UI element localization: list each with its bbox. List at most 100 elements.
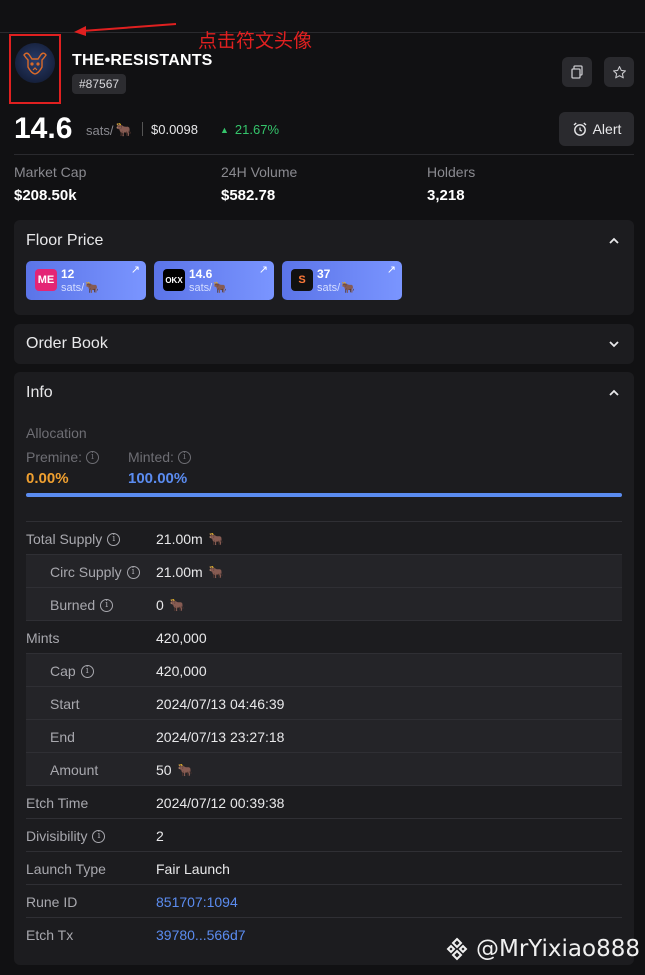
price-value: 14.6 — [14, 112, 73, 145]
info-row-value-text[interactable]: 851707:1094 — [156, 894, 238, 910]
price-unit: sats/ 🐂 — [86, 122, 132, 138]
annotation-highlight-box — [9, 34, 61, 104]
divider — [14, 154, 634, 155]
info-row-value: 420,000 — [156, 663, 207, 679]
price-change: ▲ 21.67% — [220, 122, 279, 137]
okx-logo-icon: OKX — [163, 269, 185, 291]
market-floor-unit: sats/🐂 — [61, 281, 99, 295]
market-card-okx[interactable]: OKX 14.6 sats/🐂 ↗ — [154, 261, 274, 300]
info-row-etch-time: Etch Time 2024/07/12 00:39:38 — [26, 785, 622, 818]
market-card-satsx[interactable]: S 37 sats/🐂 ↗ — [282, 261, 402, 300]
price-usd: $0.0098 — [151, 122, 198, 137]
chevron-up-icon[interactable] — [608, 235, 620, 247]
info-row-label: End — [50, 729, 75, 745]
allocation-label: Allocation — [26, 425, 87, 441]
info-row-value: 2024/07/13 23:27:18 — [156, 729, 284, 745]
rune-title: THE•RESISTANTS — [72, 52, 213, 69]
info-row-label-text: Mints — [26, 630, 60, 646]
info-row-label-text: Circ Supply — [50, 564, 122, 580]
watermark: @MrYixiao888 — [444, 936, 640, 962]
market-floor-unit-text: sats/ — [317, 281, 341, 294]
info-row-label: Etch Time — [26, 795, 88, 811]
info-icon[interactable]: i — [177, 450, 191, 464]
star-icon — [612, 65, 626, 78]
info-row-value-text: 2 — [156, 828, 164, 844]
favorite-button[interactable] — [604, 57, 634, 87]
rune-unit-icon: 🐂 — [341, 282, 355, 294]
market-floor-value: 37 — [317, 267, 331, 281]
info-row-value[interactable]: 851707:1094 — [156, 894, 238, 910]
info-row-label: Divisibility i — [26, 828, 106, 844]
info-row-label-text: Cap — [50, 663, 76, 679]
info-row-value-text: 420,000 — [156, 630, 207, 646]
info-row-value-text: Fair Launch — [156, 861, 230, 877]
info-row-divisibility: Divisibility i 2 — [26, 818, 622, 851]
external-link-icon: ↗ — [130, 264, 140, 276]
info-row-label-text: Rune ID — [26, 894, 78, 910]
copy-button[interactable] — [562, 57, 592, 87]
external-link-icon: ↗ — [258, 264, 268, 276]
price-change-value: 21.67% — [234, 122, 280, 137]
market-card-magiceden[interactable]: ME 12 sats/🐂 ↗ — [26, 261, 146, 300]
premine-value: 0.00% — [26, 470, 69, 487]
info-icon[interactable]: i — [107, 532, 121, 546]
info-row-value: 420,000 — [156, 630, 207, 646]
alert-button[interactable]: Alert — [559, 112, 634, 146]
info-icon[interactable]: i — [80, 664, 94, 678]
info-row-start: Start 2024/07/13 04:46:39 — [26, 686, 622, 719]
market-floor-unit: sats/🐂 — [189, 281, 227, 295]
annotation-text: 点击符文头像 — [198, 30, 313, 52]
external-link-icon: ↗ — [386, 264, 396, 276]
info-row-label-text: Divisibility — [26, 828, 88, 844]
info-row-value-text[interactable]: 39780...566d7 — [156, 927, 246, 943]
info-row-label: Amount — [50, 762, 98, 778]
chevron-up-icon[interactable] — [608, 387, 620, 399]
magiceden-logo-icon: ME — [35, 269, 57, 291]
info-row-value[interactable]: 39780...566d7 — [156, 927, 246, 943]
info-row-amount: Amount 50 🐂 — [26, 752, 622, 785]
minted-label: Minted: i — [128, 449, 191, 465]
market-floor-value: 14.6 — [189, 267, 213, 281]
floor-price-title: Floor Price — [26, 232, 104, 249]
info-row-label-text: Etch Time — [26, 795, 89, 811]
info-row-label-text: Start — [50, 696, 80, 712]
rune-unit-icon: 🐂 — [85, 282, 99, 294]
rune-unit-icon: 🐂 — [208, 532, 224, 546]
info-row-value: 2 — [156, 828, 164, 844]
order-book-title: Order Book — [26, 335, 108, 352]
info-row-label-text: Burned — [50, 597, 96, 613]
info-row-label: Burned i — [50, 597, 114, 613]
volume-label: 24H Volume — [221, 164, 298, 180]
info-row-value: 2024/07/13 04:46:39 — [156, 696, 284, 712]
alarm-clock-icon — [573, 122, 587, 136]
rune-unit-icon: 🐂 — [169, 598, 185, 612]
info-icon[interactable]: i — [100, 598, 114, 612]
rune-unit-icon: 🐂 — [208, 565, 224, 579]
minted-value: 100.00% — [128, 470, 188, 487]
info-row-label: Etch Tx — [26, 927, 73, 943]
info-row-value-text: 0 — [156, 597, 164, 613]
info-row-label: Mints — [26, 630, 59, 646]
market-floor-unit: sats/🐂 — [317, 281, 355, 295]
order-book-panel[interactable]: Order Book — [14, 324, 634, 364]
rune-unit-icon: 🐂 — [115, 122, 132, 137]
info-row-value-text: 2024/07/13 04:46:39 — [156, 696, 285, 712]
info-row-end: End 2024/07/13 23:27:18 — [26, 719, 622, 752]
holders-value: 3,218 — [427, 187, 465, 204]
info-row-label: Start — [50, 696, 80, 712]
info-row-label-text: End — [50, 729, 75, 745]
info-icon[interactable]: i — [126, 565, 140, 579]
info-row-value: 21.00m 🐂 — [156, 564, 224, 580]
info-row-value-text: 2024/07/12 00:39:38 — [156, 795, 285, 811]
info-row-circ-supply: Circ Supply i 21.00m 🐂 — [26, 554, 622, 587]
info-row-value: 0 🐂 — [156, 597, 185, 613]
info-row-label: Rune ID — [26, 894, 77, 910]
minted-label-text: Minted: — [128, 449, 174, 465]
chevron-down-icon[interactable] — [608, 338, 620, 350]
info-row-label: Circ Supply i — [50, 564, 140, 580]
info-icon[interactable]: i — [92, 829, 106, 843]
price-separator — [142, 122, 143, 136]
info-row-value: 2024/07/12 00:39:38 — [156, 795, 284, 811]
info-row-label: Total Supply i — [26, 531, 121, 547]
info-icon[interactable]: i — [86, 450, 100, 464]
